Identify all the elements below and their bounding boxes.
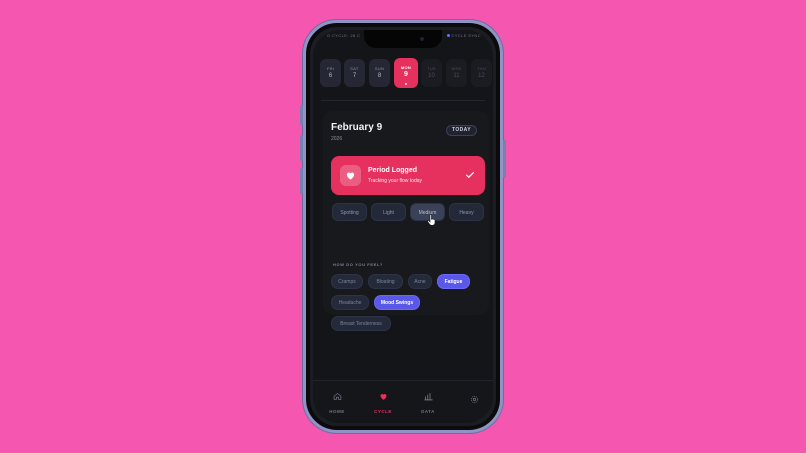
day-date: 9 <box>404 71 408 78</box>
tab-data-label: DATA <box>421 409 435 414</box>
day-strip: FRI 6 SAT 7 SUN 8 MON 9 TUE 10 WED 11 THU 12 <box>320 58 493 89</box>
phone-side-button <box>300 135 303 161</box>
day-log-card: February 9 2026 TODAY Period Logged Trac… <box>323 111 489 331</box>
day-tue[interactable]: TUE 10 <box>421 59 442 87</box>
period-logged-card[interactable]: Period Logged Tracking your flow today <box>331 156 485 195</box>
day-name: SAT <box>350 66 359 71</box>
camera-dot <box>420 37 424 41</box>
flow-spotting-button[interactable]: Spotting <box>332 203 367 221</box>
day-name: FRI <box>326 66 335 71</box>
today-marker-dot <box>405 83 407 85</box>
flow-options: Spotting Light Medium Heavy <box>332 203 488 221</box>
checkmark-icon <box>466 172 474 178</box>
heart-icon <box>346 172 355 180</box>
phone-side-button <box>503 140 506 178</box>
bar-chart-icon <box>423 393 433 401</box>
day-date: 6 <box>328 73 333 79</box>
day-name: SUN <box>374 66 385 71</box>
app-screen: O CYCLE: 28 C CYCLE SYNC tv FRI6 SAT7 SU… <box>313 30 493 423</box>
status-right-text: CYCLE SYNC <box>451 33 481 38</box>
period-logged-title: Period Logged <box>368 167 417 174</box>
feel-heading: HOW DO YOU FEEL? <box>333 262 383 267</box>
symptom-mood-swings-chip[interactable]: Mood Swings <box>374 295 420 310</box>
day-name: MON <box>400 65 412 70</box>
tab-cycle[interactable]: CYCLE <box>368 388 398 414</box>
tab-home-label: HOME <box>329 409 345 414</box>
tab-data[interactable]: DATA <box>413 388 443 414</box>
divider <box>321 100 485 101</box>
status-right: CYCLE SYNC <box>447 33 481 38</box>
tab-home[interactable]: HOME <box>322 388 352 414</box>
symptom-headache-chip[interactable]: Headache <box>331 295 369 310</box>
gear-icon <box>470 395 478 404</box>
tab-cycle-label: CYCLE <box>374 409 392 414</box>
day-thu[interactable]: THU 12 <box>471 59 492 87</box>
day-name: THU <box>476 66 487 71</box>
tab-settings[interactable] <box>459 391 489 412</box>
day-date: 12 <box>478 73 485 79</box>
day-mon-selected[interactable]: MON 9 <box>394 58 418 88</box>
day-fri[interactable]: FRI 6 <box>320 59 341 87</box>
today-button[interactable]: TODAY <box>446 125 477 136</box>
day-date: 11 <box>453 73 460 79</box>
day-name: WED <box>451 66 462 71</box>
day-name: TUE <box>427 66 436 71</box>
day-date: 10 <box>428 73 435 79</box>
notch <box>364 30 442 48</box>
date-year: 2026 <box>331 136 343 142</box>
day-sun[interactable]: SUN 8 <box>369 59 390 87</box>
flow-light-button[interactable]: Light <box>371 203 406 221</box>
bottom-tab-bar: HOME CYCLE DATA <box>313 380 493 420</box>
day-wed[interactable]: WED 11 <box>446 59 467 87</box>
hand-cursor-icon <box>427 214 436 226</box>
symptom-breast-tenderness-chip[interactable]: Breast Tenderness <box>331 316 391 331</box>
symptom-cramps-chip[interactable]: Cramps <box>331 274 363 289</box>
day-sat[interactable]: SAT 7 <box>344 59 365 87</box>
home-icon <box>333 393 341 400</box>
symptom-fatigue-chip[interactable]: Fatigue <box>437 274 470 289</box>
phone-frame: O CYCLE: 28 C CYCLE SYNC tv FRI6 SAT7 SU… <box>303 20 503 433</box>
period-logged-subtitle: Tracking your flow today <box>368 178 423 184</box>
phone-side-button <box>300 105 303 125</box>
date-title: February 9 <box>331 122 383 133</box>
status-dot-icon <box>447 34 451 38</box>
day-date: 8 <box>377 73 382 79</box>
heart-icon <box>380 394 386 400</box>
heart-icon-badge <box>340 165 361 186</box>
phone-side-button <box>300 168 303 194</box>
symptom-acne-chip[interactable]: Acne <box>408 274 432 289</box>
status-left-text: O CYCLE: 28 C <box>327 33 361 38</box>
day-date: 7 <box>352 73 357 79</box>
symptom-bloating-chip[interactable]: Bloating <box>368 274 403 289</box>
flow-heavy-button[interactable]: Heavy <box>449 203 484 221</box>
